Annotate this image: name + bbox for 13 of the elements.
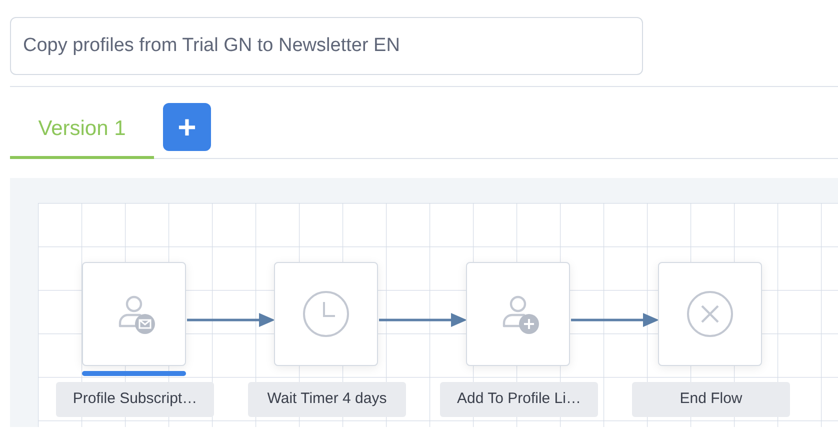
version-tab[interactable]: Version 1 (10, 101, 154, 159)
node-label: End Flow (632, 382, 790, 417)
node-label: Add To Profile Li… (440, 382, 598, 417)
node-label: Wait Timer 4 days (248, 382, 406, 417)
flow-node[interactable] (82, 262, 186, 366)
flow-node[interactable] (274, 262, 378, 366)
node-label: Profile Subscript… (56, 382, 214, 417)
close-circle-icon (686, 290, 734, 338)
flow-node[interactable] (466, 262, 570, 366)
add-version-button[interactable]: + (163, 103, 211, 151)
clock-icon (302, 290, 350, 338)
flow-name-field[interactable]: Copy profiles from Trial GN to Newsletter EN (10, 17, 643, 75)
flow-node[interactable] (658, 262, 762, 366)
